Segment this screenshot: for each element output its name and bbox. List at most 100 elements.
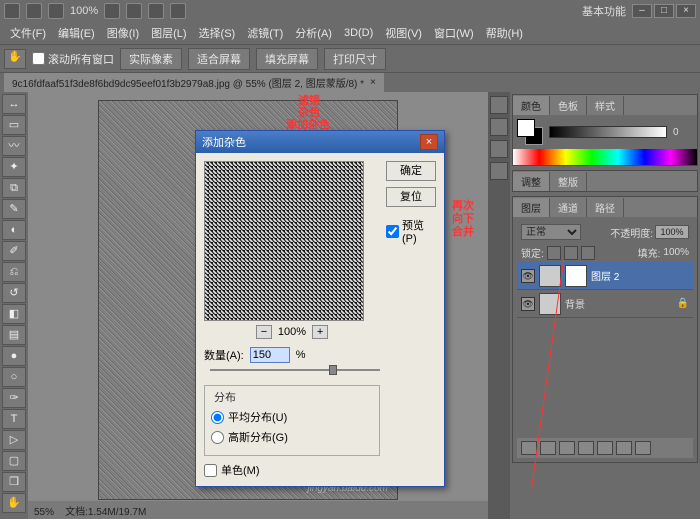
scroll-all-input[interactable]: [32, 52, 45, 65]
tab-adjustments[interactable]: 调整: [513, 172, 550, 191]
spine-icon-4[interactable]: [490, 162, 508, 180]
gaussian-radio-input[interactable]: [211, 431, 224, 444]
adjustment-layer-icon[interactable]: [578, 441, 594, 455]
group-icon[interactable]: [597, 441, 613, 455]
fill-screen-button[interactable]: 填充屏幕: [256, 48, 318, 70]
eraser-tool-icon[interactable]: ◧: [2, 304, 26, 324]
wand-tool-icon[interactable]: ✦: [2, 157, 26, 177]
document-tab[interactable]: 9c16fdfaaf51f3de8f6bd9dc95eef01f3b2979a8…: [4, 73, 384, 92]
gaussian-radio[interactable]: 高斯分布(G): [211, 429, 373, 445]
minibridge-icon[interactable]: [48, 3, 64, 19]
hand-tool2-icon[interactable]: ✋: [2, 493, 26, 513]
amount-input[interactable]: [250, 347, 290, 363]
grayscale-slider[interactable]: [549, 126, 667, 138]
layer-mask-thumb[interactable]: [565, 265, 587, 287]
screen-mode-icon[interactable]: [170, 3, 186, 19]
zoom-in-button[interactable]: +: [312, 325, 328, 339]
menu-edit[interactable]: 编辑(E): [52, 25, 101, 41]
menu-window[interactable]: 窗口(W): [428, 25, 480, 41]
lock-position-icon[interactable]: [564, 246, 578, 260]
trash-icon[interactable]: [635, 441, 651, 455]
mask-icon[interactable]: [559, 441, 575, 455]
type-tool-icon[interactable]: T: [2, 409, 26, 429]
tab-close-icon[interactable]: ×: [370, 77, 376, 88]
gradient-tool-icon[interactable]: ▤: [2, 325, 26, 345]
preview-checkbox-input[interactable]: [386, 225, 399, 238]
amount-slider[interactable]: [210, 365, 380, 375]
history-brush-tool-icon[interactable]: ↺: [2, 283, 26, 303]
lasso-tool-icon[interactable]: 〰: [2, 136, 26, 156]
dialog-close-icon[interactable]: ×: [420, 134, 438, 150]
workspace-label[interactable]: 基本功能: [578, 3, 630, 19]
reset-button[interactable]: 复位: [386, 187, 436, 207]
3d-tool-icon[interactable]: ❒: [2, 472, 26, 492]
rotate-icon[interactable]: [126, 3, 142, 19]
tab-paths[interactable]: 路径: [587, 198, 624, 217]
visibility-icon[interactable]: 👁: [521, 297, 535, 311]
spine-icon-1[interactable]: [490, 96, 508, 114]
blur-tool-icon[interactable]: ●: [2, 346, 26, 366]
zoom-level[interactable]: 100%: [70, 5, 98, 17]
dialog-titlebar[interactable]: 添加杂色 ×: [196, 131, 444, 153]
status-zoom[interactable]: 55%: [34, 507, 54, 518]
lock-all-icon[interactable]: [581, 246, 595, 260]
bridge-icon[interactable]: [26, 3, 42, 19]
layer-thumb[interactable]: [539, 265, 561, 287]
tab-swatches[interactable]: 色板: [550, 96, 587, 115]
spine-icon-2[interactable]: [490, 118, 508, 136]
scroll-all-checkbox[interactable]: 滚动所有窗口: [32, 51, 114, 67]
fg-color-swatch[interactable]: [517, 119, 535, 137]
tab-channels[interactable]: 通道: [550, 198, 587, 217]
menu-image[interactable]: 图像(I): [101, 25, 145, 41]
crop-tool-icon[interactable]: ⧉: [2, 178, 26, 198]
ok-button[interactable]: 确定: [386, 161, 436, 181]
layer-row-bg[interactable]: 👁 背景 🔒: [517, 290, 693, 318]
spine-icon-3[interactable]: [490, 140, 508, 158]
visibility-icon[interactable]: 👁: [521, 269, 535, 283]
dodge-tool-icon[interactable]: ○: [2, 367, 26, 387]
layer-name[interactable]: 背景: [565, 296, 585, 311]
menu-filter[interactable]: 滤镜(T): [241, 25, 289, 41]
lock-pixels-icon[interactable]: [547, 246, 561, 260]
tab-masks[interactable]: 整版: [550, 172, 587, 191]
blend-mode-select[interactable]: 正常: [521, 224, 581, 240]
marquee-tool-icon[interactable]: ▭: [2, 115, 26, 135]
print-size-button[interactable]: 打印尺寸: [324, 48, 386, 70]
menu-file[interactable]: 文件(F): [4, 25, 52, 41]
opacity-value[interactable]: 100%: [655, 225, 689, 239]
menu-view[interactable]: 视图(V): [379, 25, 428, 41]
tab-layers[interactable]: 图层: [513, 198, 550, 217]
uniform-radio[interactable]: 平均分布(U): [211, 409, 373, 425]
path-tool-icon[interactable]: ▷: [2, 430, 26, 450]
eyedropper-tool-icon[interactable]: ✎: [2, 199, 26, 219]
minimize-button[interactable]: –: [632, 4, 652, 18]
stamp-tool-icon[interactable]: ⎌: [2, 262, 26, 282]
uniform-radio-input[interactable]: [211, 411, 224, 424]
slider-handle[interactable]: [329, 365, 337, 375]
menu-layer[interactable]: 图层(L): [145, 25, 192, 41]
menu-analysis[interactable]: 分析(A): [289, 25, 338, 41]
tab-styles[interactable]: 样式: [587, 96, 624, 115]
hand-icon[interactable]: [104, 3, 120, 19]
layer-row-2[interactable]: 👁 图层 2: [517, 262, 693, 290]
actual-pixels-button[interactable]: 实际像素: [120, 48, 182, 70]
brush-tool-icon[interactable]: ✐: [2, 241, 26, 261]
fx-icon[interactable]: [540, 441, 556, 455]
fg-bg-swatch[interactable]: [517, 119, 543, 145]
menu-3d[interactable]: 3D(D): [338, 27, 379, 39]
menu-help[interactable]: 帮助(H): [480, 25, 529, 41]
preview-checkbox[interactable]: 预览(P): [386, 217, 436, 245]
color-ramp[interactable]: [513, 149, 697, 165]
monochrome-input[interactable]: [204, 464, 217, 477]
zoom-out-button[interactable]: −: [256, 325, 272, 339]
shape-tool-icon[interactable]: ▢: [2, 451, 26, 471]
fill-value[interactable]: 100%: [663, 247, 689, 258]
arrange-icon[interactable]: [148, 3, 164, 19]
heal-tool-icon[interactable]: ◐: [2, 220, 26, 240]
maximize-button[interactable]: □: [654, 4, 674, 18]
new-layer-icon[interactable]: [616, 441, 632, 455]
noise-preview[interactable]: [204, 161, 364, 321]
hand-tool-icon[interactable]: ✋: [4, 49, 26, 69]
link-layers-icon[interactable]: [521, 441, 537, 455]
monochrome-checkbox[interactable]: 单色(M): [204, 462, 380, 478]
